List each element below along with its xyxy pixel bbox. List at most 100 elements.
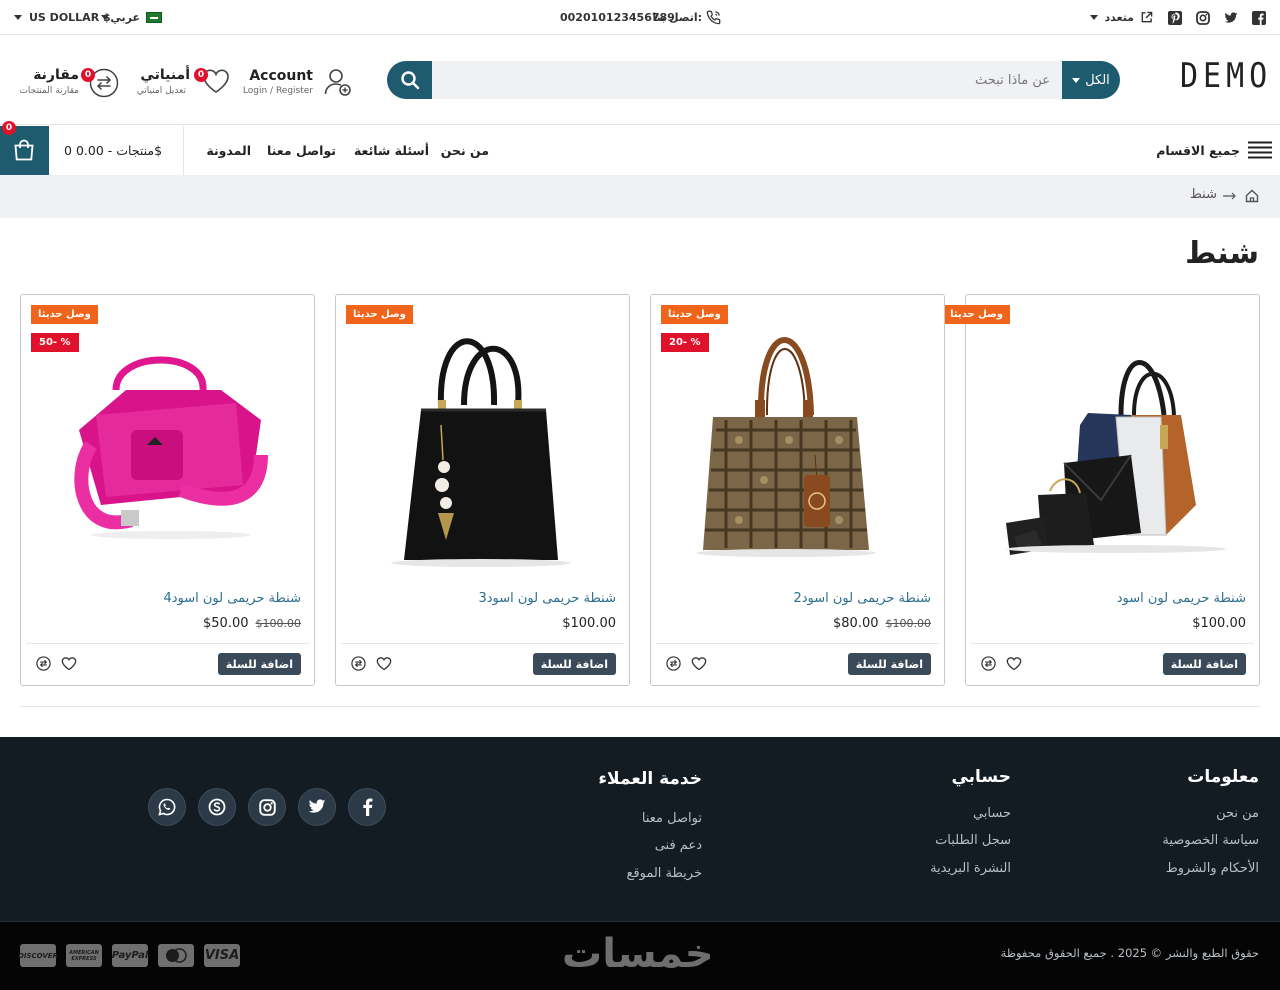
menu-icon[interactable]	[1248, 141, 1272, 159]
facebook-icon[interactable]	[1252, 11, 1266, 25]
product-price: $80.00	[833, 616, 879, 631]
product-card[interactable]: وصل حديثا 50- % شنطة حريمى لون اسود4 $50…	[20, 294, 315, 686]
nav-link-contact[interactable]: تواصل معنا	[267, 143, 336, 158]
search-input[interactable]	[432, 61, 1062, 99]
footer-link[interactable]: من نحن	[1216, 806, 1259, 821]
card-divider	[341, 643, 624, 644]
brand-logo: خمسات	[562, 931, 714, 977]
footer	[0, 737, 1280, 921]
product-price-block: $50.00 $100.00	[203, 616, 301, 631]
new-arrival-badge: وصل حديثا	[943, 305, 1010, 324]
shopping-bag-icon	[14, 139, 34, 161]
cart-summary[interactable]: 0 منتجات - 0.00$	[64, 143, 162, 158]
account-icon[interactable]	[324, 67, 352, 97]
compare-icon[interactable]	[981, 656, 996, 671]
product-image[interactable]	[346, 305, 619, 590]
saudi-flag-icon	[146, 12, 162, 23]
product-price-block: $80.00 $100.00	[833, 616, 931, 631]
footer-link[interactable]: الأحكام والشروط	[1166, 861, 1259, 876]
search-button[interactable]	[387, 61, 432, 99]
discount-badge: 20- %	[661, 333, 709, 352]
mastercard-logo	[158, 944, 194, 967]
heart-icon[interactable]	[61, 656, 77, 671]
card-divider	[656, 643, 939, 644]
heart-icon[interactable]	[1006, 656, 1022, 671]
product-name[interactable]: شنطة حريمى لون اسود3	[478, 591, 616, 606]
heart-icon[interactable]	[376, 656, 392, 671]
nav-link-faq[interactable]: أسئلة شائعة	[354, 143, 429, 158]
pinterest-icon[interactable]	[1168, 11, 1182, 25]
card-divider	[971, 643, 1254, 644]
visa-logo: VISA	[204, 944, 240, 967]
add-to-cart-button[interactable]: اضافة للسلة	[847, 653, 931, 675]
twitter-icon[interactable]	[298, 788, 336, 826]
footer-link[interactable]: خريطة الموقع	[626, 866, 702, 881]
product-name[interactable]: شنطة حريمى لون اسود2	[793, 591, 931, 606]
language-select[interactable]: عربي	[110, 11, 140, 24]
add-to-cart-button[interactable]: اضافة للسلة	[217, 653, 301, 675]
whatsapp-icon[interactable]	[148, 788, 186, 826]
footer-link[interactable]: سياسة الخصوصية	[1162, 833, 1259, 848]
phone-number[interactable]: 002010123456789	[560, 11, 675, 24]
discover-logo: DISCOVER	[18, 944, 58, 967]
product-name[interactable]: شنطة حريمى لون اسود4	[163, 591, 301, 606]
all-categories-button[interactable]: جميع الاقسام	[1156, 143, 1240, 158]
instagram-icon[interactable]	[248, 788, 286, 826]
wishlist-subtitle[interactable]: تعديل امنياتي	[137, 86, 186, 96]
account-subtitle[interactable]: Login / Register	[243, 86, 313, 96]
footer-link[interactable]: سجل الطلبات	[935, 833, 1011, 848]
compare-icon[interactable]	[351, 656, 366, 671]
phone-icon	[706, 10, 721, 25]
nav-link-about[interactable]: من نحن	[441, 143, 489, 158]
chevron-down-icon	[1072, 77, 1081, 83]
page-title: شنط	[1185, 236, 1259, 271]
facebook-icon[interactable]	[348, 788, 386, 826]
search-category-select[interactable]: الكل	[1062, 61, 1120, 99]
footer-link[interactable]: حسابي	[973, 806, 1011, 821]
footer-service-title: خدمة العملاء	[598, 769, 702, 789]
wishlist-count-badge: 0	[194, 68, 208, 82]
product-old-price: $100.00	[255, 617, 302, 630]
nav-link-blog[interactable]: المدونة	[206, 143, 251, 158]
instagram-icon[interactable]	[1196, 11, 1210, 25]
footer-link[interactable]: تواصل معنا	[642, 811, 702, 826]
compare-subtitle[interactable]: مقارنة المنتجات	[19, 86, 79, 96]
compare-icon[interactable]	[666, 656, 681, 671]
product-image[interactable]	[976, 305, 1249, 590]
product-card[interactable]: وصل حديثا 20- % شنطة حريمى لون اسود2 $80…	[650, 294, 945, 686]
chevron-down-icon	[14, 15, 22, 20]
product-price: $50.00	[203, 616, 249, 631]
section-divider	[20, 706, 1260, 707]
footer-link[interactable]: دعم فنى	[655, 838, 702, 853]
new-arrival-badge: وصل حديثا	[31, 305, 98, 324]
search-category-label: الكل	[1085, 72, 1110, 88]
add-to-cart-button[interactable]: اضافة للسلة	[532, 653, 616, 675]
product-price: $100.00	[1192, 616, 1246, 631]
multi-link[interactable]: متعدد	[1104, 11, 1134, 24]
paypal-logo: PayPal	[112, 944, 148, 967]
footer-link[interactable]: النشرة البريدية	[930, 861, 1011, 876]
search-icon	[400, 71, 419, 90]
product-card[interactable]: وصل حديثا شنطة حريمى لون اسود3 $100.00 ا…	[335, 294, 630, 686]
product-old-price: $100.00	[885, 617, 932, 630]
site-logo[interactable]: DEMO	[1180, 57, 1272, 96]
cart-count-badge: 0	[2, 121, 16, 135]
home-icon[interactable]	[1245, 189, 1259, 203]
product-price-block: $100.00	[1192, 616, 1246, 631]
twitter-icon[interactable]	[1224, 11, 1238, 25]
skype-icon[interactable]	[198, 788, 236, 826]
breadcrumb	[0, 175, 1280, 218]
product-name[interactable]: شنطة حريمى لون اسود	[1117, 591, 1246, 606]
add-to-cart-button[interactable]: اضافة للسلة	[1162, 653, 1246, 675]
wishlist-title[interactable]: أمنياتي	[140, 67, 190, 83]
product-price-block: $100.00	[562, 616, 616, 631]
search-bar: الكل	[387, 61, 1120, 99]
compare-icon[interactable]	[36, 656, 51, 671]
currency-select[interactable]: US DOLLAR $	[29, 11, 111, 24]
main-nav	[0, 126, 1280, 175]
compare-title[interactable]: مقارنة	[33, 67, 79, 83]
account-title[interactable]: Account	[249, 68, 313, 84]
heart-icon[interactable]	[691, 656, 707, 671]
breadcrumb-current: شنط	[1189, 187, 1217, 202]
product-card[interactable]: وصل حديثا شنطة حريمى لون اسود $100.00 اض…	[943, 294, 1260, 686]
